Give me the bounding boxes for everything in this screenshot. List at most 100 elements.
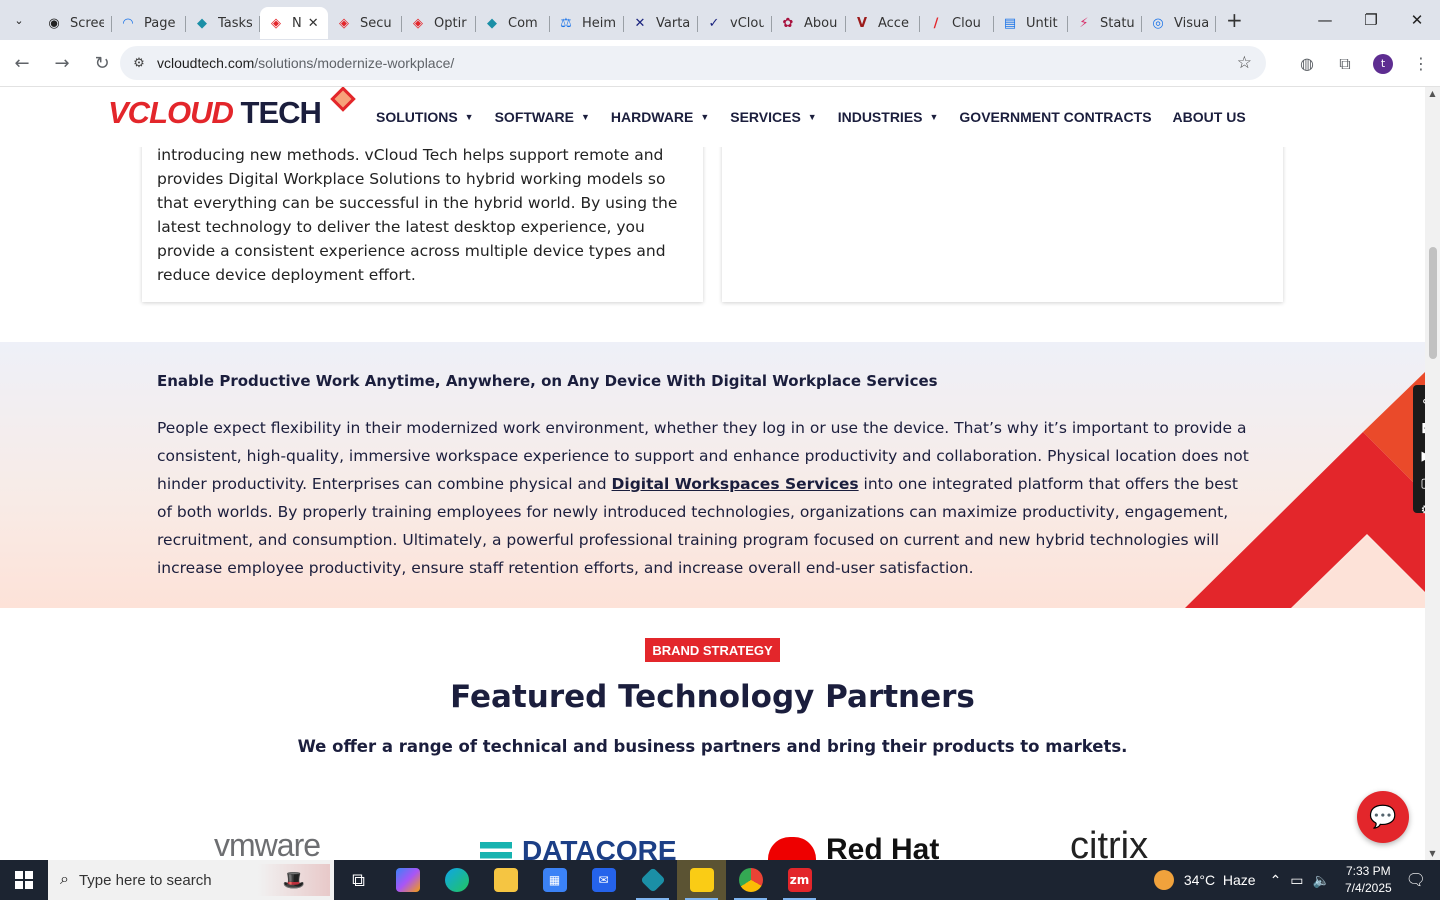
browser-tab[interactable]: ✿ Abou [772,7,846,39]
chevron-up-icon[interactable]: ⌃ [1270,872,1282,889]
nav-item-services[interactable]: SERVICES ▼ [730,109,816,125]
file-explorer-app[interactable] [481,860,530,900]
nav-item-label: SOLUTIONS [376,109,458,125]
chrome-app[interactable] [726,860,775,900]
tab-title: Scree [70,15,104,31]
tab-close-icon[interactable]: ✕ [308,16,319,31]
nav-item-industries[interactable]: INDUSTRIES ▼ [838,109,939,125]
vcloud-tech-logo[interactable]: VCLOUD TECH [108,95,322,131]
tab-favicon-icon: ◉ [48,15,60,31]
start-button[interactable] [0,860,48,900]
sticky-notes-app[interactable] [677,860,726,900]
translate-icon[interactable]: ◍ [1288,54,1326,73]
tab-search-button[interactable]: ⌄ [6,7,32,33]
copilot-icon [395,868,420,892]
tab-favicon-icon: ◠ [123,15,133,31]
nav-item-label: SOFTWARE [494,109,574,125]
network-icon[interactable]: ▭ [1290,872,1303,889]
folder-icon [493,868,518,892]
close-window-button[interactable]: ✕ [1394,0,1440,40]
browser-tab[interactable]: ◆ Tasks [186,7,260,39]
tab-favicon-icon: ⚡ [1079,15,1089,31]
scroll-down-arrow-icon[interactable]: ▼ [1425,849,1440,858]
browser-tab[interactable]: ◎ Visua [1142,7,1216,39]
new-tab-button[interactable]: + [1226,8,1243,32]
pinned-app-diamond[interactable] [628,860,677,900]
tab-favicon-icon: V [856,15,868,31]
tab-title: Visua [1174,15,1208,31]
minimize-button[interactable]: — [1302,0,1348,40]
browser-tab[interactable]: ⚡ Statu [1068,7,1142,39]
browser-tab[interactable]: V Acce [846,7,920,39]
edge-app[interactable] [432,860,481,900]
digital-workspaces-link[interactable]: Digital Workspaces Services [612,475,859,493]
scroll-up-arrow-icon[interactable]: ▲ [1425,89,1440,98]
browser-tab[interactable]: ◆ Com [476,7,550,39]
browser-tab[interactable]: ∕ Clou [920,7,994,39]
site-info-icon[interactable]: ⚙ [124,56,154,71]
extensions-icon[interactable]: ⧉ [1326,54,1364,74]
chat-bubble-icon: 💬 [1369,804,1397,830]
profile-avatar[interactable]: t [1373,53,1393,74]
back-button[interactable]: ← [4,45,40,81]
chat-button[interactable]: 💬 [1357,791,1409,843]
browser-tab[interactable]: ◈ Secu [328,7,402,39]
mail-app[interactable]: ✉ [579,860,628,900]
redhat-wordmark: Red Hat [826,833,940,860]
url-text[interactable]: vcloudtech.com/solutions/modernize-workp… [157,55,454,71]
reload-button[interactable]: ↻ [84,45,120,81]
notification-icon[interactable]: 🗨 [1406,870,1426,890]
address-bar[interactable]: ⚙ vcloudtech.com/solutions/modernize-wor… [120,46,1266,80]
info-card-right [722,127,1283,302]
windows-taskbar: ⌕ Type here to search 🎩 ⧉ ▦ ✉ zm 34°C Ha… [0,860,1440,900]
info-card-left: introducing new methods. vCloud Tech hel… [142,127,703,302]
forward-button[interactable]: → [44,45,80,81]
browser-tab[interactable]: ⚖ Heim [550,7,624,39]
featured-partners-title: Featured Technology Partners [450,679,975,715]
restore-button[interactable]: ❐ [1348,0,1394,40]
task-view-icon: ⧉ [352,869,365,891]
task-view-button[interactable]: ⧉ [334,860,383,900]
zoho-app[interactable]: zm [775,860,824,900]
scrollbar-thumb[interactable] [1429,247,1437,359]
tab-title: Abou [804,15,838,31]
copilot-app[interactable] [383,860,432,900]
clock[interactable]: 7:33 PM 7/4/2025 [1345,863,1392,897]
datacore-mark-icon [480,841,512,860]
vmware-logo: vmware [214,827,321,860]
nav-item-software[interactable]: SOFTWARE ▼ [495,109,590,125]
system-tray: 34°C Haze ⌃ ▭ 🔈 7:33 PM 7/4/2025 🗨 [1153,860,1440,900]
tab-favicon-icon: ◈ [413,15,423,31]
page-viewport: VCLOUD TECH SOLUTIONS ▼ SOFTWARE ▼ HARDWARE ▼… [0,87,1425,860]
browser-tab[interactable]: ◈ N ✕ [260,7,328,39]
nav-item-solutions[interactable]: SOLUTIONS ▼ [376,109,474,125]
nav-item-hardware[interactable]: HARDWARE ▼ [611,109,709,125]
menu-kebab-icon[interactable]: ⋮ [1402,54,1440,73]
tab-title: vClou [730,15,764,31]
store-app[interactable]: ▦ [530,860,579,900]
weather-widget[interactable]: 34°C Haze [1153,870,1256,890]
search-icon: ⌕ [60,871,69,888]
browser-tab[interactable]: ◉ Scree [38,7,112,39]
tab-favicon-icon: ✓ [708,15,720,31]
tab-favicon-icon: ◈ [271,15,281,31]
url-path: /solutions/modernize-workplace/ [254,55,455,71]
browser-tab[interactable]: ◈ Optir [402,7,476,39]
page-scrollbar[interactable]: ▲ ▼ [1425,87,1440,860]
volume-icon[interactable]: 🔈 [1313,872,1330,889]
tab-favicon-icon: ◈ [339,15,349,31]
browser-tab[interactable]: ▤ Untit [994,7,1068,39]
nav-item-government-contracts[interactable]: GOVERNMENT CONTRACTS [959,109,1151,125]
nav-item-about-us[interactable]: ABOUT US [1173,109,1246,125]
browser-tab[interactable]: ✕ Varta [624,7,698,39]
search-highlight-icon[interactable]: 🎩 [258,864,330,896]
tab-title: Optir [434,15,467,31]
browser-tab[interactable]: ✓ vClou [698,7,772,39]
bookmark-star-icon[interactable]: ☆ [1237,53,1252,73]
logo-tech: TECH [240,95,322,130]
citrix-logo: citrix [1070,825,1149,860]
taskbar-search[interactable]: ⌕ Type here to search 🎩 [48,860,334,900]
tab-favicon-icon: ▤ [1003,15,1017,31]
weather-sun-icon [1153,870,1174,890]
browser-tab[interactable]: ◠ Page [112,7,186,39]
